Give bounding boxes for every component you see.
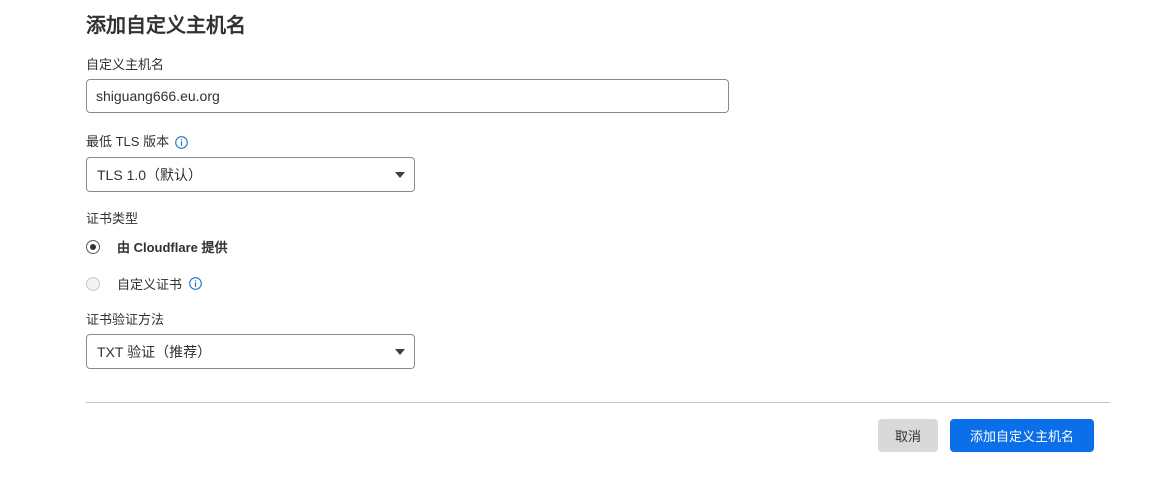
radio-button[interactable] [86,276,100,291]
info-icon[interactable] [189,277,202,290]
divider [86,402,1110,403]
page-title: 添加自定义主机名 [86,15,246,37]
hostname-input[interactable] [86,79,729,113]
chevron-down-icon [395,172,405,178]
hostname-label: 自定义主机名 [86,57,165,72]
radio-label: 自定义证书 [117,277,183,292]
add-custom-hostname-button[interactable]: 添加自定义主机名 [950,419,1094,452]
validation-method-label: 证书验证方法 [86,312,165,327]
tls-label-row: 最低 TLS 版本 [86,133,188,151]
tls-version-value: TLS 1.0（默认） [97,166,203,183]
chevron-down-icon [395,349,405,355]
cert-type-label: 证书类型 [86,211,139,226]
radio-label: 由 Cloudflare 提供 [117,240,228,255]
tls-version-select[interactable]: TLS 1.0（默认） [86,157,415,192]
tls-label: 最低 TLS 版本 [86,134,170,149]
validation-method-value: TXT 验证（推荐） [97,343,212,360]
radio-button[interactable] [86,239,100,254]
info-icon[interactable] [175,135,188,149]
add-custom-hostname-form: 添加自定义主机名 自定义主机名 最低 TLS 版本 TLS 1.0（默认） 证书… [0,0,1163,486]
validation-method-select[interactable]: TXT 验证（推荐） [86,334,415,369]
cancel-button[interactable]: 取消 [878,419,938,452]
radio-custom-cert[interactable]: 自定义证书 [86,274,202,293]
radio-cloudflare-cert[interactable]: 由 Cloudflare 提供 [86,237,228,256]
